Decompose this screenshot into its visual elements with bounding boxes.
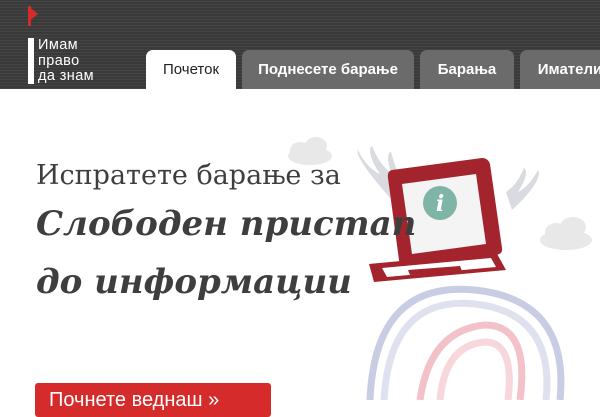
loop-decoration <box>366 285 565 400</box>
red-flag-icon <box>28 6 38 26</box>
logo-text: Имам право да знам <box>38 37 95 85</box>
cloud-icon <box>540 217 592 250</box>
site-header: Имам право да знам Почеток Поднесете бар… <box>0 0 600 89</box>
logo-line-2: право <box>38 52 80 69</box>
hero-title-line-2: до информации <box>36 262 352 302</box>
start-now-button[interactable]: Почнете веднаш » <box>35 383 271 417</box>
tab-holders[interactable]: Иматели <box>520 50 600 89</box>
site-logo[interactable]: Имам право да знам <box>28 6 128 86</box>
logo-line-3: да знам <box>38 68 95 84</box>
hero-subtitle: Испратете барање за <box>36 160 341 191</box>
hero-title-line-1: Слободен пристап <box>36 204 417 244</box>
tab-home[interactable]: Почеток <box>146 50 236 89</box>
logo-line-1: Имам <box>38 37 79 53</box>
logo-bar <box>28 38 34 84</box>
info-icon: i <box>423 186 457 220</box>
tab-submit-request[interactable]: Поднесете барање <box>242 50 414 89</box>
svg-text:i: i <box>436 191 444 217</box>
tab-requests[interactable]: Барања <box>420 50 514 89</box>
